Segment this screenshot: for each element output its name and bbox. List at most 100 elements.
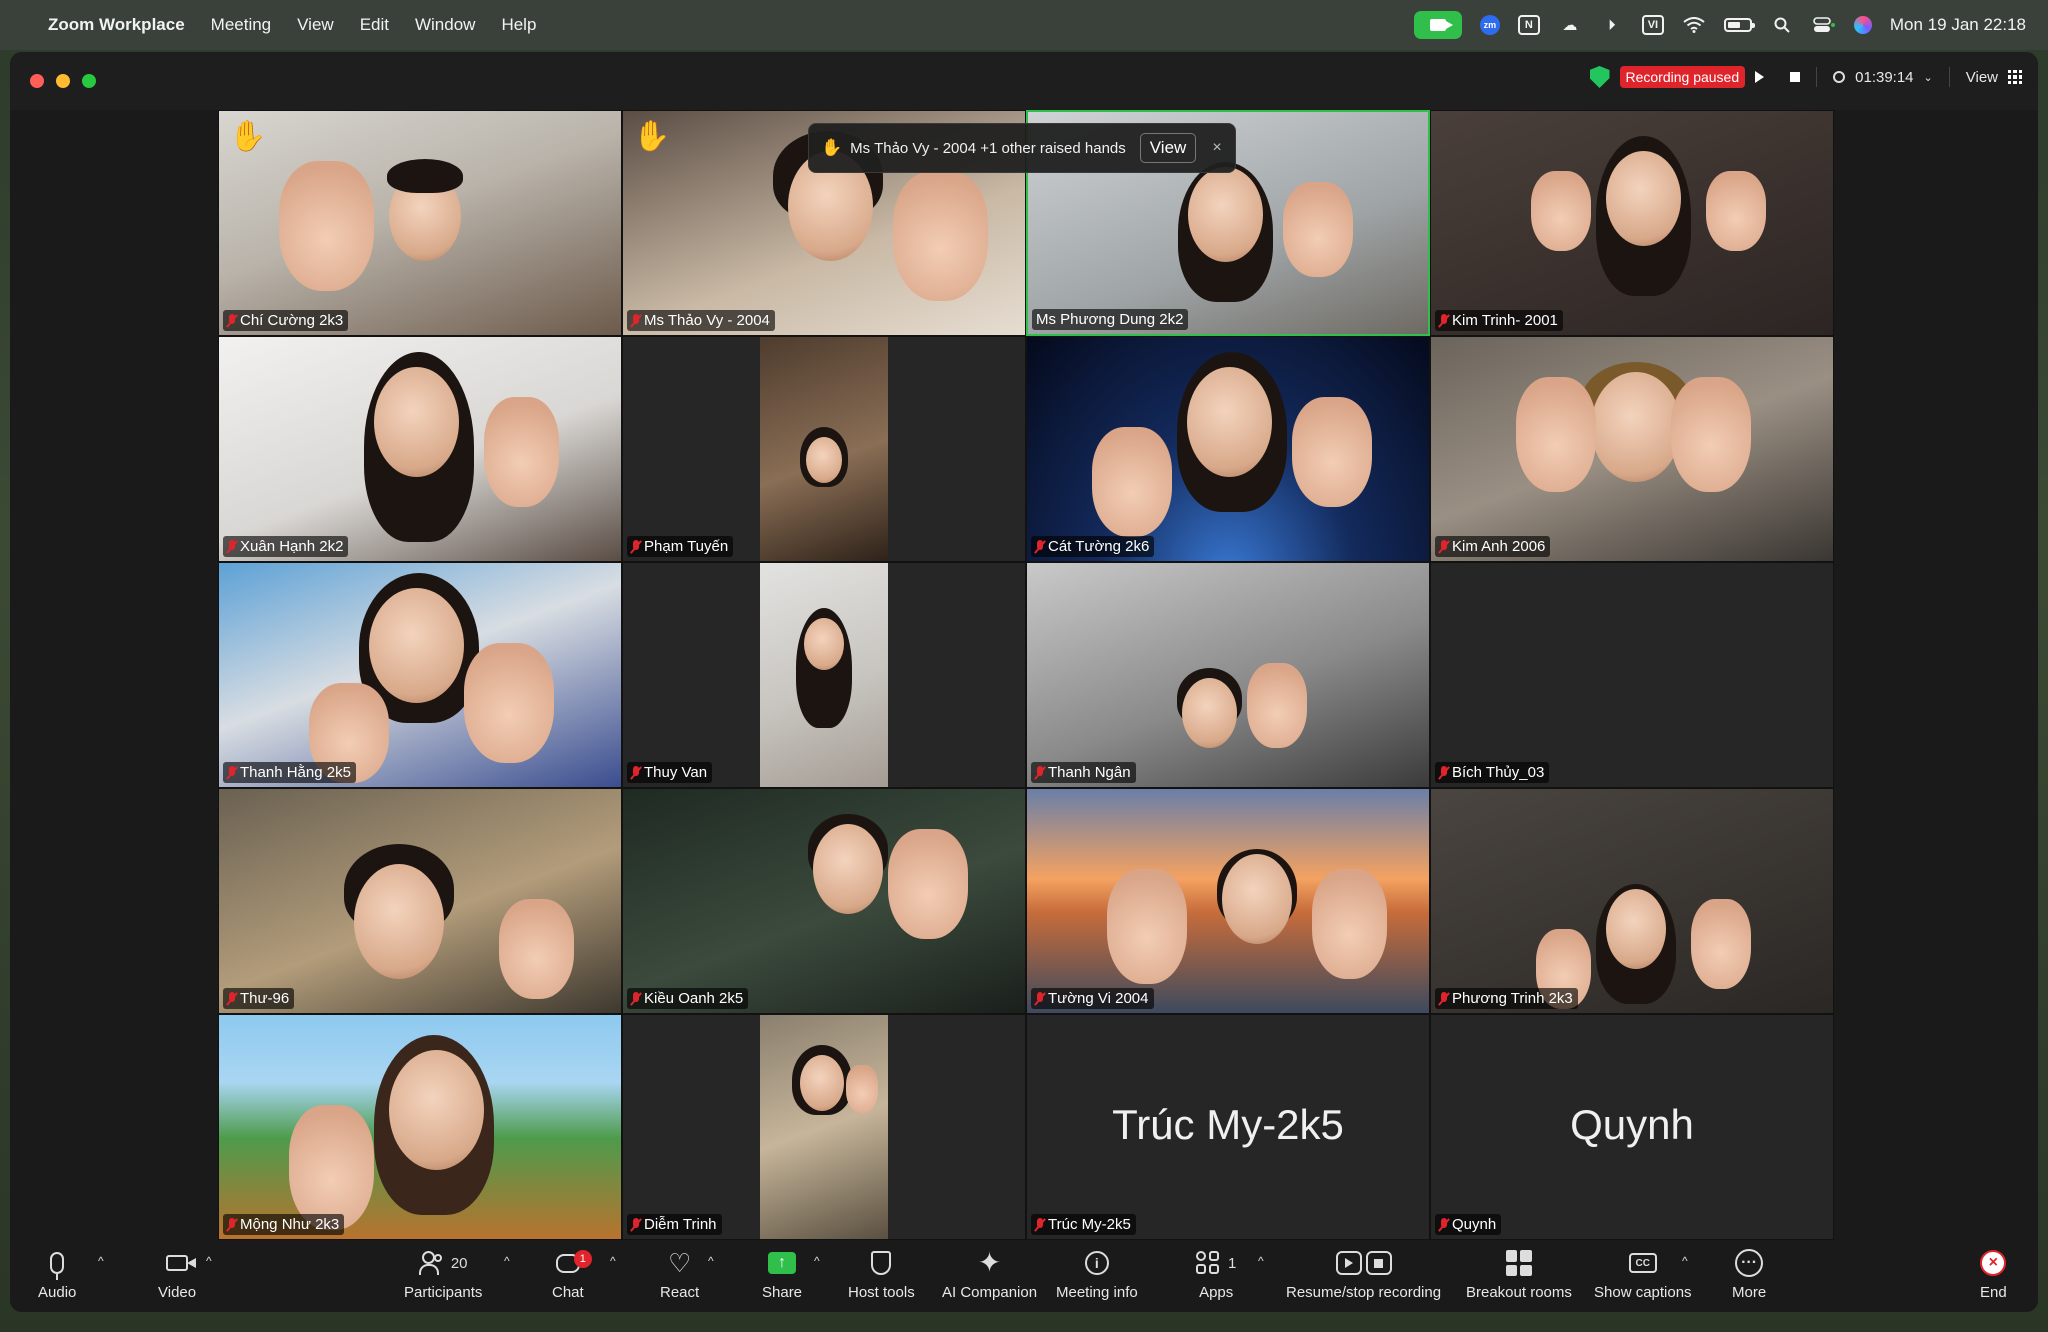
participant-name: Kim Trinh- 2001	[1452, 312, 1558, 329]
battery-icon[interactable]	[1723, 18, 1755, 32]
apps-options-caret-icon[interactable]: ^	[1258, 1254, 1264, 1268]
audio-options-caret-icon[interactable]: ^	[98, 1254, 104, 1268]
minimize-window-button[interactable]	[56, 74, 70, 88]
participants-options-caret-icon[interactable]: ^	[504, 1254, 510, 1268]
fullscreen-window-button[interactable]	[82, 74, 96, 88]
participant-name-tag: Phạm Tuyến	[627, 536, 734, 557]
participant-name-tag: Bích Thủy_03	[1435, 762, 1550, 783]
title-right-controls: Recording paused 01:39:14 ⌄ View	[1589, 66, 2023, 88]
video-button[interactable]: Video	[158, 1246, 196, 1301]
video-tile-portrait[interactable]: Phạm Tuyến	[622, 336, 1026, 562]
status-area: zm N ☁ ⏵ VI Mon 19 Jan 22:18	[1413, 11, 2026, 39]
video-tile[interactable]: ✋ Chí Cường 2k3	[218, 110, 622, 336]
video-tile[interactable]: Thanh Hằng 2k5	[218, 562, 622, 788]
close-window-button[interactable]	[30, 74, 44, 88]
encryption-shield-icon[interactable]	[1589, 66, 1610, 88]
participant-name-tag: Thanh Ngân	[1031, 762, 1136, 783]
video-tile[interactable]: Xuân Hạnh 2k2	[218, 336, 622, 562]
mic-muted-icon	[1035, 1217, 1045, 1232]
microphone-icon	[50, 1252, 65, 1280]
zoom-camera-icon[interactable]	[1413, 11, 1462, 39]
menu-view[interactable]: View	[297, 15, 334, 35]
wifi-icon[interactable]	[1682, 15, 1706, 35]
play-circle-icon[interactable]: ⏵	[1600, 15, 1624, 35]
participant-name-tag: Phương Trinh 2k3	[1435, 988, 1578, 1009]
audio-label: Audio	[38, 1284, 77, 1301]
participant-name-tag: Trúc My-2k5	[1031, 1214, 1136, 1235]
video-tile-off[interactable]: Bích Thủy_03	[1430, 562, 1834, 788]
menu-edit[interactable]: Edit	[360, 15, 389, 35]
recording-controls-icon	[1335, 1251, 1392, 1275]
share-options-caret-icon[interactable]: ^	[814, 1254, 820, 1268]
mic-muted-icon	[631, 539, 641, 554]
stop-recording-icon[interactable]	[1790, 72, 1801, 82]
video-tile-off[interactable]: Trúc My-2k5 Trúc My-2k5	[1026, 1014, 1430, 1240]
resume-recording-icon[interactable]	[1755, 71, 1765, 83]
ai-companion-button[interactable]: ✦ AI Companion	[942, 1246, 1037, 1302]
menu-app-name[interactable]: Zoom Workplace	[48, 15, 185, 35]
title-divider-2	[1948, 67, 1950, 87]
view-label[interactable]: View	[1966, 69, 1998, 86]
participant-name-tag: Chí Cường 2k3	[223, 310, 349, 331]
cloud-icon[interactable]: ☁	[1558, 15, 1582, 35]
mic-muted-icon	[227, 1217, 237, 1232]
video-tile[interactable]: Cát Tường 2k6	[1026, 336, 1430, 562]
participants-label: Participants	[404, 1284, 483, 1301]
react-options-caret-icon[interactable]: ^	[708, 1254, 714, 1268]
mic-muted-icon	[1439, 539, 1449, 554]
host-tools-shield-icon	[871, 1251, 892, 1275]
captions-options-caret-icon[interactable]: ^	[1682, 1254, 1688, 1268]
chat-button[interactable]: 1 Chat	[552, 1246, 592, 1301]
video-tile[interactable]: Phương Trinh 2k3	[1430, 788, 1834, 1014]
n-icon[interactable]: N	[1517, 15, 1540, 35]
share-label: Share	[762, 1284, 803, 1301]
video-tile[interactable]: Kim Trinh- 2001	[1430, 110, 1834, 336]
video-tile-portrait[interactable]: Thuy Van	[622, 562, 1026, 788]
menu-meeting[interactable]: Meeting	[211, 15, 271, 35]
video-tile[interactable]: Tường Vi 2004	[1026, 788, 1430, 1014]
vi-input-icon[interactable]: VI	[1641, 15, 1664, 35]
zm-icon[interactable]: zm	[1479, 15, 1500, 35]
video-tile[interactable]: Kim Anh 2006	[1430, 336, 1834, 562]
close-icon[interactable]: ×	[1212, 139, 1221, 157]
meeting-timer[interactable]: 01:39:14	[1855, 69, 1913, 86]
share-button[interactable]: ↑ Share	[762, 1246, 802, 1301]
participants-button[interactable]: 20 Participants	[404, 1246, 482, 1301]
chat-options-caret-icon[interactable]: ^	[610, 1254, 616, 1268]
view-raised-hands-button[interactable]: View	[1139, 133, 1197, 163]
resume-stop-recording-button[interactable]: Resume/stop recording	[1286, 1246, 1441, 1301]
search-icon[interactable]	[1770, 15, 1794, 35]
video-tile-off[interactable]: Quynh Quynh	[1430, 1014, 1834, 1240]
more-button[interactable]: ··· More	[1732, 1246, 1766, 1301]
participant-name-tag: Diễm Trinh	[627, 1214, 722, 1235]
participant-name: Thuy Van	[644, 764, 708, 781]
menu-help[interactable]: Help	[501, 15, 536, 35]
apps-button[interactable]: 1 Apps	[1196, 1246, 1236, 1301]
timer-chevron-down-icon[interactable]: ⌄	[1924, 71, 1933, 84]
siri-icon[interactable]	[1853, 16, 1872, 34]
video-tile[interactable]: Kiều Oanh 2k5	[622, 788, 1026, 1014]
meeting-info-button[interactable]: i Meeting info	[1056, 1246, 1138, 1301]
participant-name-tag: Thanh Hằng 2k5	[223, 762, 356, 783]
video-tile[interactable]: Mộng Như 2k3	[218, 1014, 622, 1240]
end-meeting-button[interactable]: × End	[1980, 1246, 2007, 1301]
host-tools-button[interactable]: Host tools	[848, 1246, 915, 1301]
participant-name-tag: Mộng Như 2k3	[223, 1214, 345, 1235]
show-captions-button[interactable]: CC Show captions	[1594, 1246, 1692, 1301]
breakout-rooms-button[interactable]: Breakout rooms	[1466, 1246, 1572, 1301]
menu-clock[interactable]: Mon 19 Jan 22:18	[1890, 15, 2026, 35]
menu-bar: Zoom Workplace Meeting View Edit Window …	[0, 0, 2048, 50]
audio-button[interactable]: Audio	[38, 1246, 76, 1301]
mic-muted-icon	[631, 991, 641, 1006]
video-tile[interactable]: Thanh Ngân	[1026, 562, 1430, 788]
video-options-caret-icon[interactable]: ^	[206, 1254, 212, 1268]
react-button[interactable]: ♡ React	[660, 1246, 699, 1301]
gallery-grid-icon[interactable]	[2008, 70, 2022, 84]
video-tile[interactable]: Thư-96	[218, 788, 622, 1014]
control-center-icon[interactable]	[1812, 15, 1836, 35]
video-tile-portrait[interactable]: Diễm Trinh	[622, 1014, 1026, 1240]
menu-window[interactable]: Window	[415, 15, 475, 35]
participant-name: Ms Phương Dung 2k2	[1036, 311, 1184, 328]
react-label: React	[660, 1284, 700, 1301]
participant-name-tag: Thư-96	[223, 988, 295, 1009]
